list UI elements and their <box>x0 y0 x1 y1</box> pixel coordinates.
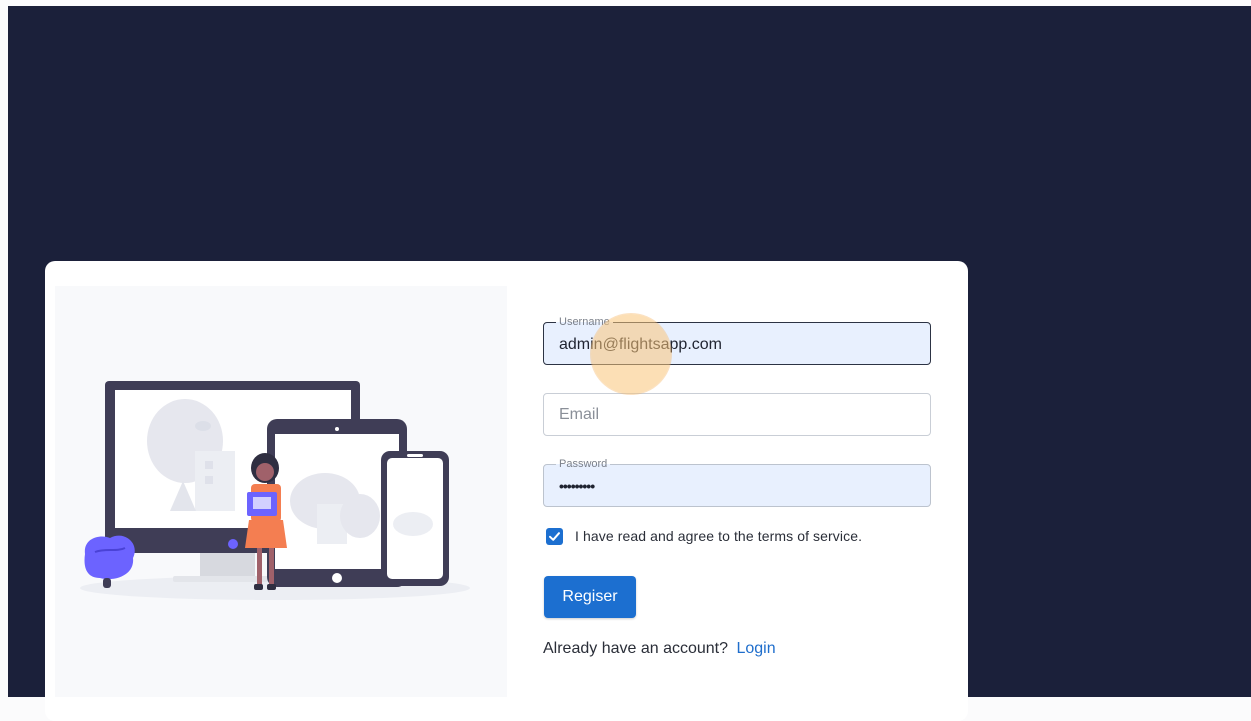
check-icon <box>549 531 560 541</box>
terms-label: I have read and agree to the terms of se… <box>575 528 863 544</box>
password-label: Password <box>556 458 611 470</box>
terms-checkbox[interactable] <box>546 527 563 545</box>
username-value: admin@flightsapp.com <box>559 336 722 353</box>
page: Username admin@flightsapp.com Email Pass… <box>0 0 1251 721</box>
email-field[interactable]: Email <box>543 393 931 436</box>
password-field[interactable]: Password ••••••••• <box>543 458 931 507</box>
password-value: ••••••••• <box>559 478 595 494</box>
devices-illustration-svg <box>80 381 470 600</box>
username-field[interactable]: Username admin@flightsapp.com <box>543 316 931 365</box>
devices-illustration <box>55 286 507 697</box>
email-placeholder: Email <box>559 406 600 423</box>
username-label: Username <box>556 316 613 328</box>
login-link[interactable]: Login <box>736 640 775 657</box>
register-button[interactable]: Regiser <box>544 576 636 618</box>
login-row: Already have an account? Login <box>543 640 776 658</box>
login-prompt: Already have an account? <box>543 640 729 657</box>
terms-row[interactable]: I have read and agree to the terms of se… <box>546 526 862 546</box>
